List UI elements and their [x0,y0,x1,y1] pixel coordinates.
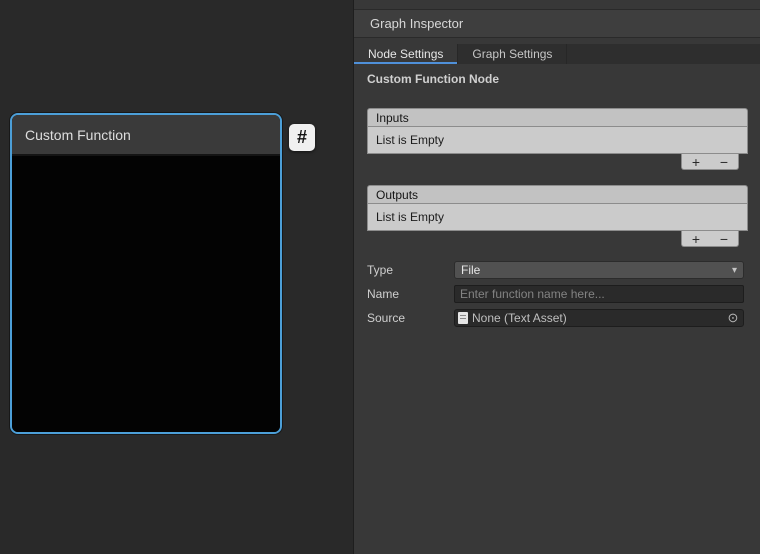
outputs-list-header: Outputs [367,185,748,204]
outputs-remove-button[interactable]: − [710,231,738,246]
name-label: Name [367,287,454,301]
source-object-value: None (Text Asset) [472,311,567,325]
graph-canvas[interactable]: Custom Function # [0,0,353,554]
outputs-list-header-label: Outputs [376,188,418,202]
outputs-list-footer: + − [367,231,748,249]
inputs-add-button[interactable]: + [682,154,710,169]
node-title: Custom Function [25,127,131,143]
outputs-add-button[interactable]: + [682,231,710,246]
node-body [12,158,280,432]
outputs-list-empty-row: List is Empty [367,204,748,231]
text-asset-icon [458,312,468,324]
graph-inspector-panel: Graph Inspector Node Settings Graph Sett… [353,0,760,554]
custom-function-node[interactable]: Custom Function [10,113,282,434]
source-object-field[interactable]: None (Text Asset) ⊙ [454,309,744,327]
tab-graph-settings-label: Graph Settings [472,47,552,61]
node-header[interactable]: Custom Function [12,115,280,156]
outputs-list-empty-label: List is Empty [376,210,444,224]
source-label: Source [367,311,454,325]
tab-graph-settings[interactable]: Graph Settings [458,44,567,64]
inputs-list-empty-row: List is Empty [367,127,748,154]
type-dropdown-value: File [461,263,480,277]
inputs-list: Inputs List is Empty + − [367,108,748,172]
hash-icon: # [297,127,307,148]
function-name-input[interactable] [454,285,744,303]
chevron-down-icon: ▾ [732,265,737,276]
inputs-list-footer-bar: + − [681,154,739,170]
outputs-list: Outputs List is Empty + − [367,185,748,249]
type-row: Type File ▾ [367,261,757,279]
outputs-list-footer-bar: + − [681,231,739,247]
tab-node-settings[interactable]: Node Settings [354,44,458,64]
inspector-title-bar: Graph Inspector [354,9,760,38]
inputs-list-header: Inputs [367,108,748,127]
inputs-list-footer: + − [367,154,748,172]
inspector-title: Graph Inspector [370,16,463,31]
custom-function-icon: # [289,124,315,151]
type-dropdown[interactable]: File ▾ [454,261,744,279]
source-row: Source None (Text Asset) ⊙ [367,309,757,327]
section-title: Custom Function Node [367,72,499,86]
name-row: Name [367,285,757,303]
inputs-list-empty-label: List is Empty [376,133,444,147]
inputs-list-header-label: Inputs [376,111,409,125]
tab-node-settings-label: Node Settings [368,47,443,61]
type-label: Type [367,263,454,277]
object-picker-icon[interactable]: ⊙ [725,310,741,326]
inspector-tab-bar: Node Settings Graph Settings [354,44,760,64]
inputs-remove-button[interactable]: − [710,154,738,169]
